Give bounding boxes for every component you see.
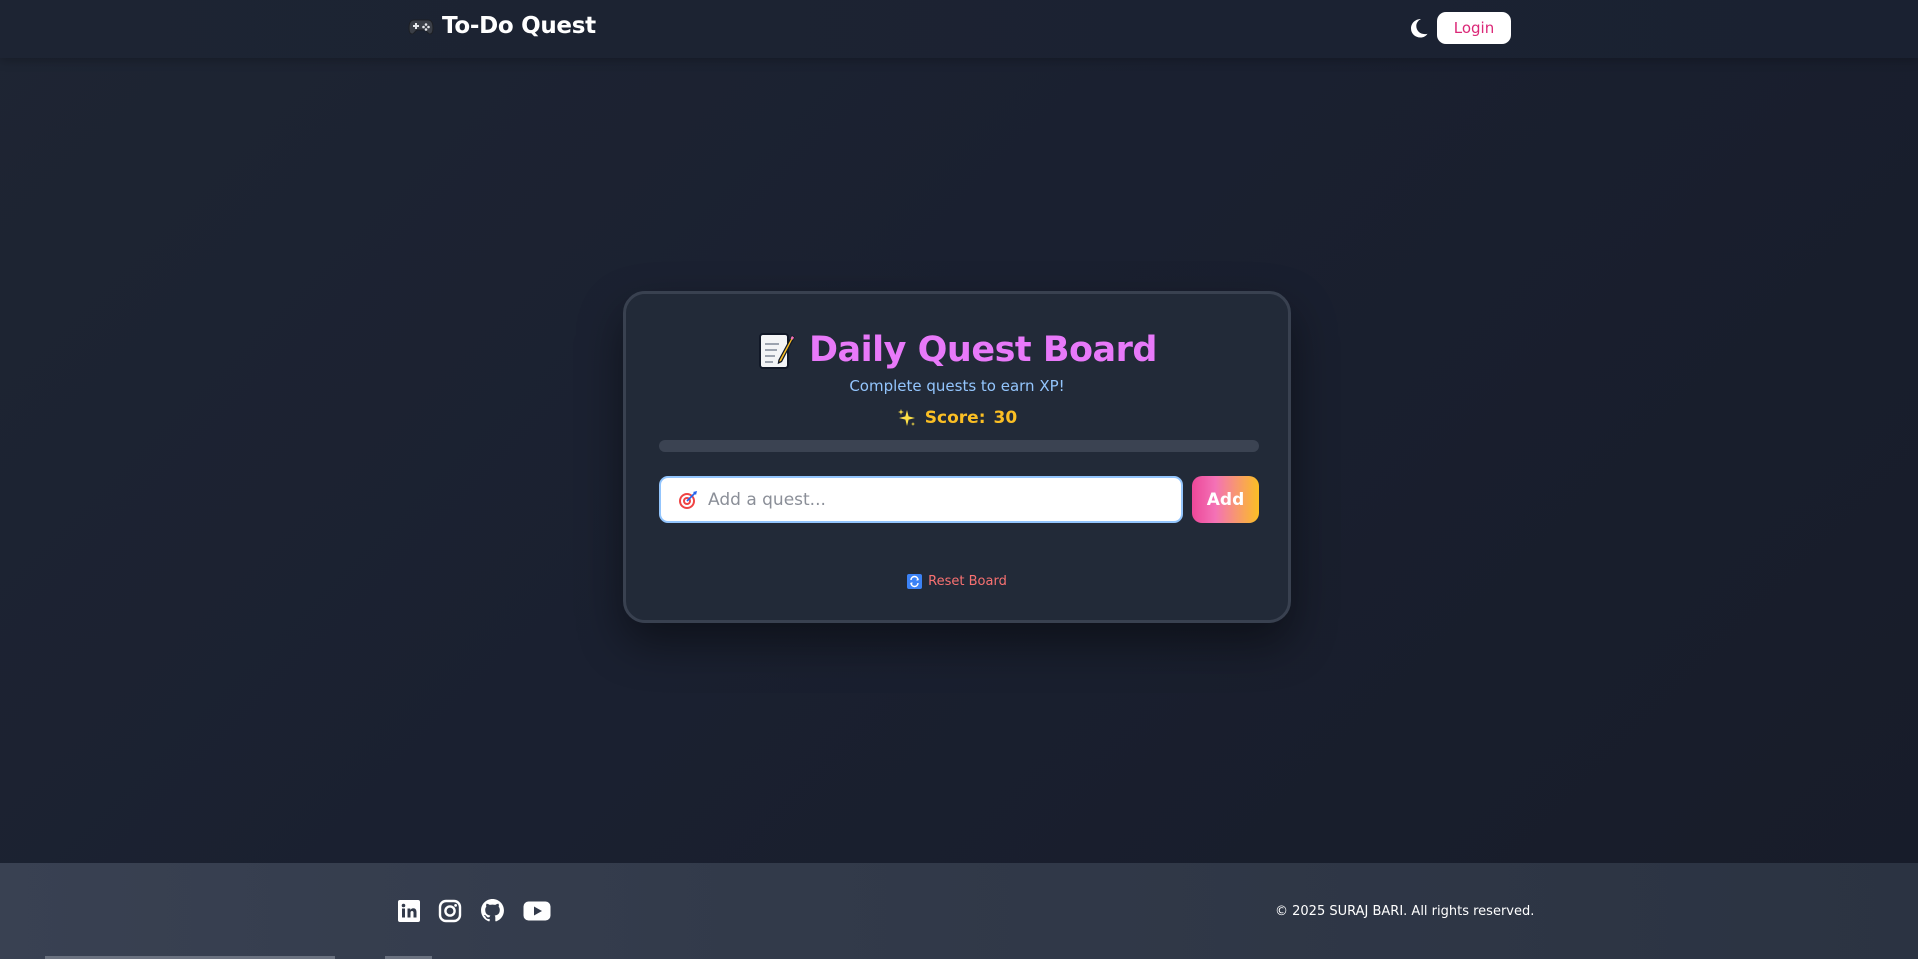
xp-progress-bar <box>659 440 1259 452</box>
sparkles-icon <box>897 409 915 426</box>
navbar: To-Do Quest Login <box>0 0 1918 58</box>
brand-title: To-Do Quest <box>442 13 596 39</box>
youtube-icon[interactable] <box>523 901 551 921</box>
add-quest-button[interactable]: Add <box>1192 476 1259 523</box>
moon-icon[interactable] <box>1410 18 1428 38</box>
score-label: Score: <box>924 408 986 428</box>
quest-input-field[interactable] <box>659 476 1183 523</box>
reset-board-label: Reset Board <box>928 574 1007 589</box>
memo-icon <box>759 333 795 369</box>
gamepad-icon <box>408 19 434 35</box>
github-icon[interactable] <box>480 898 505 923</box>
quest-board-card: Daily Quest Board Complete quests to ear… <box>623 291 1291 623</box>
instagram-icon[interactable] <box>438 899 462 923</box>
login-button[interactable]: Login <box>1437 12 1511 44</box>
subtitle: Complete quests to earn XP! <box>849 377 1065 395</box>
copyright-text: © 2025 SURAJ BARI. All rights reserved. <box>1275 904 1535 919</box>
score-display: Score: 30 <box>626 408 1288 428</box>
linkedin-icon[interactable] <box>397 899 421 923</box>
score-value: 30 <box>993 408 1018 428</box>
reset-board-button[interactable]: Reset Board <box>626 574 1288 589</box>
social-links <box>397 898 551 923</box>
quest-board-heading: Daily Quest Board <box>626 330 1288 370</box>
quest-input[interactable] <box>706 488 1180 511</box>
footer: © 2025 SURAJ BARI. All rights reserved. <box>0 863 1918 959</box>
brand[interactable]: To-Do Quest <box>408 13 596 39</box>
page-title: Daily Quest Board <box>809 330 1157 370</box>
target-icon <box>679 490 697 509</box>
repeat-icon <box>907 574 923 589</box>
